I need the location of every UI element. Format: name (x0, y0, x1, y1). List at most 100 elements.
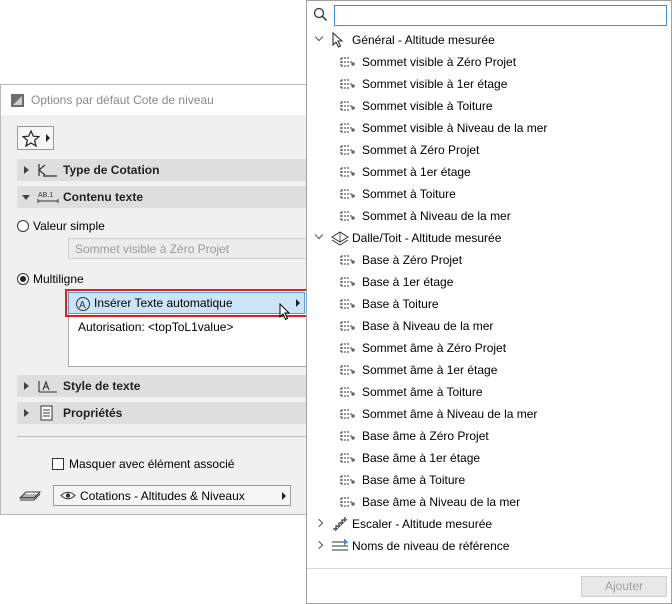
collapse-arrow-icon[interactable] (314, 230, 324, 240)
layer-label: Cotations - Altitudes & Niveaux (80, 489, 245, 503)
simple-value-select: Sommet visible à Zéro Projet (68, 238, 313, 259)
section-contenu-texte[interactable]: AB.1 Contenu texte (17, 186, 313, 208)
category-label: Dalle/Toit - Altitude mesurée (352, 231, 502, 245)
dialog-title: Options par défaut Cote de niveau (31, 93, 214, 107)
tree-item-label: Sommet âme à 1er étage (362, 363, 498, 377)
radio-label-multi: Multiligne (33, 272, 84, 286)
autotext-field-icon (340, 452, 356, 467)
reference-level-icon (331, 538, 349, 557)
section-label: Contenu texte (63, 190, 144, 204)
tree-item-label: Sommet visible à Toiture (362, 99, 493, 113)
autotext-field-icon (340, 56, 356, 71)
tree-item-label: Sommet âme à Zéro Projet (362, 341, 507, 355)
tree-item[interactable]: Base âme à Niveau de la mer (307, 491, 671, 513)
tree-item[interactable]: Sommet visible à Zéro Projet (307, 51, 671, 73)
dimension-type-icon (38, 164, 57, 177)
expand-arrow-icon (24, 409, 29, 417)
tree-category[interactable]: Escaler - Altitude mesurée (307, 513, 671, 535)
tree-item-label: Sommet à Toiture (362, 187, 456, 201)
highlight-frame (65, 289, 308, 317)
tree-item[interactable]: Sommet âme à 1er étage (307, 359, 671, 381)
tree-item[interactable]: Sommet âme à Toiture (307, 381, 671, 403)
tree-item-label: Base âme à 1er étage (362, 451, 481, 465)
title-bar[interactable]: Options par défaut Cote de niveau (1, 85, 311, 115)
hide-with-element-checkbox[interactable] (52, 458, 64, 470)
expand-arrow-icon[interactable] (314, 540, 324, 550)
stair-icon (331, 516, 349, 535)
autotext-field-icon (340, 430, 356, 445)
collapse-arrow-icon[interactable] (314, 32, 324, 42)
autotext-field-icon (340, 386, 356, 401)
category-label: Noms de niveau de référence (352, 539, 510, 553)
tree-category[interactable]: Dalle/Toit - Altitude mesurée (307, 227, 671, 249)
cursor-arrow-icon (331, 31, 345, 51)
autotext-field-icon (340, 122, 356, 137)
tree-item-label: Sommet visible à Niveau de la mer (362, 121, 548, 135)
tree-item[interactable]: Base à Zéro Projet (307, 249, 671, 271)
tree-item[interactable]: Base âme à 1er étage (307, 447, 671, 469)
tree-item-label: Base âme à Niveau de la mer (362, 495, 521, 509)
tree-item[interactable]: Sommet âme à Niveau de la mer (307, 403, 671, 425)
star-icon (22, 130, 40, 147)
chevron-right-icon (282, 492, 286, 500)
default-options-dialog: Options par défaut Cote de niveau Type d… (0, 84, 313, 515)
section-style-texte[interactable]: Style de texte (17, 375, 313, 397)
collapse-arrow-icon (22, 195, 30, 200)
tree-item-label: Base à 1er étage (362, 275, 454, 289)
tree-item[interactable]: Sommet à Toiture (307, 183, 671, 205)
expand-arrow-icon (24, 382, 29, 390)
tree-item[interactable]: Sommet visible à Niveau de la mer (307, 117, 671, 139)
divider (17, 436, 313, 437)
tree-item-label: Sommet à Zéro Projet (362, 143, 480, 157)
tree-item[interactable]: Base à Toiture (307, 293, 671, 315)
tree-item[interactable]: Base à 1er étage (307, 271, 671, 293)
section-label: Propriétés (63, 406, 123, 420)
section-type-cotation[interactable]: Type de Cotation (17, 159, 313, 181)
tree-item[interactable]: Base âme à Zéro Projet (307, 425, 671, 447)
tree-item[interactable]: Base à Niveau de la mer (307, 315, 671, 337)
tree-item-label: Sommet à 1er étage (362, 165, 471, 179)
autotext-field-icon (340, 364, 356, 379)
expand-arrow-icon[interactable] (314, 518, 324, 528)
tree-item[interactable]: Base âme à Toiture (307, 469, 671, 491)
section-proprietes[interactable]: Propriétés (17, 402, 313, 424)
tree-item[interactable]: Sommet visible à Toiture (307, 95, 671, 117)
tree-item-label: Sommet âme à Toiture (362, 385, 483, 399)
tree-item-label: Base âme à Toiture (362, 473, 466, 487)
autotext-popup: Général - Altitude mesurée Sommet visible… (306, 0, 672, 604)
text-style-icon (38, 380, 57, 393)
tree-item[interactable]: Sommet à 1er étage (307, 161, 671, 183)
section-label: Type de Cotation (63, 163, 160, 177)
tree-item-label: Base à Toiture (362, 297, 439, 311)
autotext-field-icon (340, 188, 356, 203)
tree-item-label: Sommet à Niveau de la mer (362, 209, 511, 223)
radio-valeur-simple[interactable] (17, 220, 29, 232)
tree-item-label: Sommet visible à Zéro Projet (362, 55, 517, 69)
tree-item-label: Sommet âme à Niveau de la mer (362, 407, 538, 421)
tree-category[interactable]: Général - Altitude mesurée (307, 29, 671, 51)
autotext-field-icon (340, 166, 356, 181)
tree-category[interactable]: Noms de niveau de référence (307, 535, 671, 557)
mouse-cursor-icon (279, 303, 291, 321)
tree-item[interactable]: Sommet à Niveau de la mer (307, 205, 671, 227)
tree-item[interactable]: Sommet à Zéro Projet (307, 139, 671, 161)
category-label: Escaler - Altitude mesurée (352, 517, 493, 531)
radio-multiligne[interactable] (17, 273, 29, 285)
tree-item[interactable]: Sommet visible à 1er étage (307, 73, 671, 95)
search-icon (313, 7, 328, 22)
autotext-field-icon (340, 496, 356, 511)
layer-select[interactable]: Cotations - Altitudes & Niveaux (53, 485, 291, 506)
radio-label-simple: Valeur simple (33, 219, 105, 233)
add-button[interactable]: Ajouter (581, 576, 667, 597)
expand-arrow-icon (24, 166, 29, 174)
autotext-field-icon (340, 342, 356, 357)
autotext-field-icon (340, 144, 356, 159)
favorites-button[interactable] (17, 126, 54, 150)
popup-footer: Ajouter (307, 568, 671, 603)
autotext-field-icon (340, 210, 356, 225)
autotext-field-icon (340, 298, 356, 313)
autotext-field-icon (340, 320, 356, 335)
search-input[interactable] (334, 5, 667, 26)
tree-item[interactable]: Sommet âme à Zéro Projet (307, 337, 671, 359)
autotext-field-icon (340, 408, 356, 423)
